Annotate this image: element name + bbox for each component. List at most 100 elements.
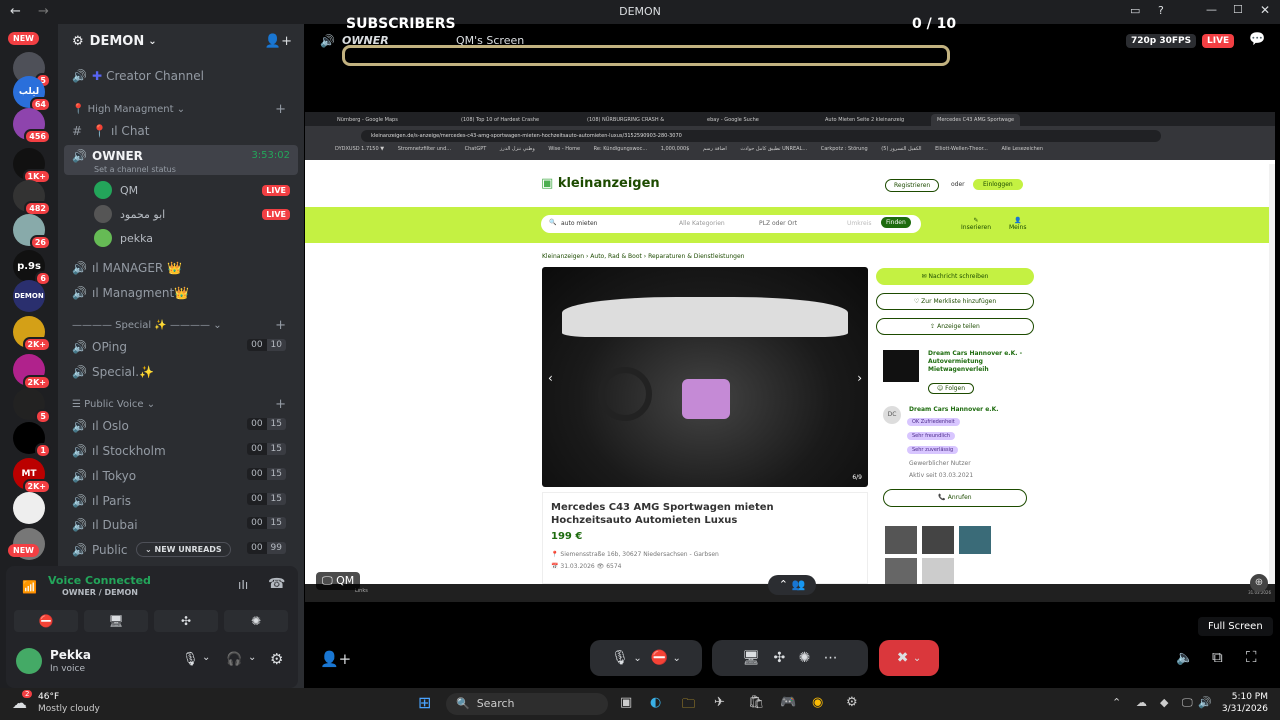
stop-stream-button[interactable]: ✖ ⌄ [879,640,939,676]
find-button[interactable]: Finden [881,217,911,228]
stream-channel[interactable]: OWNER [342,34,389,47]
voice-user[interactable]: pekka [94,228,153,248]
zoom-icon[interactable]: ⊕ [1250,574,1268,592]
channel-manager[interactable]: 🔊 ıl MANAGER 👑 [72,257,300,279]
thumbnail[interactable] [959,526,991,554]
bookmark[interactable]: Wise - Home [548,146,580,152]
next-photo-icon[interactable]: › [857,371,862,385]
volume-icon[interactable]: 🔈 [1176,650,1193,666]
channel-chat[interactable]: # 📍 ıl Chat [72,120,300,142]
signal-icon[interactable]: 📶 [22,580,37,594]
server-icon[interactable]: p.9s 6 [13,250,51,286]
bookmark[interactable]: Re: Kündigungswoc... [594,146,648,152]
insert-link[interactable]: ✎ Inserieren [961,217,991,231]
breadcrumb-link[interactable]: Auto, Rad & Boot [590,253,642,260]
site-logo[interactable]: ▣ kleinanzeigen [541,176,660,191]
browser-tab[interactable]: (108) Top 10 of Hardest Crashe [455,114,545,126]
monitor-icon[interactable]: 🖵 [1182,696,1193,710]
channel-special[interactable]: 🔊 Special.✨ [72,361,300,383]
camera-button[interactable]: ⛔ [14,610,78,632]
server-icon[interactable]: 2K+ [13,354,51,390]
browser-tab[interactable]: Auto Mieten Seite 2 kleinanzeig [819,114,910,126]
screenshare-button[interactable]: 🖥 [84,610,148,632]
bookmark[interactable]: ChatGPT [465,146,487,152]
thumbnail[interactable] [922,526,954,554]
ad-photo[interactable]: ‹ › 6/9 [542,267,868,487]
bookmark[interactable]: Stromnetzfilter und... [398,146,451,152]
channel-tokyo[interactable]: 🔊 ıl Tokyo 00 15 [72,465,300,487]
channel-oslo[interactable]: 🔊 ıl Oslo 00 15 [72,415,300,437]
taskbar-search[interactable]: 🔍 Search [446,693,608,715]
server-icon[interactable]: 482 [13,180,51,216]
bookmark[interactable]: وطني ننزل الدرز [500,146,535,152]
browser-tab[interactable]: (108) NÜRBURGRING CRASH & [581,114,670,126]
server-icon[interactable] [13,492,45,524]
tray-app-icon[interactable]: ◆ [1160,696,1168,709]
radius-select[interactable]: Umkreis [847,220,872,227]
browser-tab[interactable]: ebay - Google Suche [701,114,765,126]
discord-icon[interactable]: 🎮 [780,695,796,710]
server-icon[interactable]: 1 [13,422,51,458]
soundboard-button[interactable]: ✺ [224,610,288,632]
new-unreads-pill[interactable]: NEW [8,32,39,45]
task-view-icon[interactable]: ▣ [620,695,632,710]
thumbnail[interactable] [885,558,917,584]
thumbnail[interactable] [922,558,954,584]
app-icon[interactable]: ⚙ [846,695,858,710]
category-high-managment[interactable]: 📍 High Managment ⌄ + [72,102,300,117]
channel-paris[interactable]: 🔊 ıl Paris 00 15 [72,490,300,512]
chevron-down-icon[interactable]: ⌄ [202,652,210,663]
chat-bubble-icon[interactable]: 💬 [1249,32,1265,47]
share-button[interactable]: ⇪ Anzeige teilen [876,318,1034,335]
disconnect-icon[interactable]: ☎ [268,576,285,592]
login-button[interactable]: Einloggen [973,179,1023,190]
popout-icon[interactable]: ⧉ [1212,648,1223,666]
browser-tab-active[interactable]: Mercedes C43 AMG Sportwage [931,114,1021,126]
chrome-icon[interactable]: ◉ [812,695,823,710]
watchlist-button[interactable]: ♡ Zur Merkliste hinzufügen [876,293,1034,310]
channel-dubai[interactable]: 🔊 ıl Dubai 00 15 [72,514,300,536]
location-input[interactable]: PLZ oder Ort [759,220,797,227]
channel-managment[interactable]: 🔊 ıl Managment👑 [72,282,300,304]
search-input[interactable]: auto mieten [561,220,597,227]
seller-name[interactable]: Dream Cars Hannover e.K. [909,406,999,413]
minimize-icon[interactable]: — [1206,3,1217,16]
page-scrollbar[interactable] [1269,164,1275,584]
inbox-icon[interactable]: ▭ [1130,4,1140,17]
mic-control[interactable]: 🎙 ⌄ ⛔ ⌄ [590,640,702,676]
tray-chevron-icon[interactable]: ⌃ [1112,696,1121,709]
shared-screen[interactable]: Nürnberg - Google Maps (108) Top 10 of H… [305,112,1275,584]
voice-user[interactable]: QM [94,180,138,200]
help-icon[interactable]: ? [1158,4,1164,17]
channel-creator[interactable]: 🔊 ✚ Creator Channel [72,65,300,87]
fullscreen-icon[interactable]: ⛶ [1246,648,1257,666]
bookmark[interactable]: تطبيق كامل حوادث [740,146,780,152]
server-icon[interactable]: MT 2K+ [13,458,51,494]
breadcrumb-link[interactable]: Kleinanzeigen [542,253,584,260]
category-special[interactable]: ———— Special ✨ ———— ⌄ + [72,318,300,333]
invite-people-icon[interactable]: 👤+ [265,34,292,49]
store-icon[interactable]: 🛍 [748,695,765,710]
bookmark[interactable]: DYDXUSD 1.7150 ▼ [335,146,384,152]
follow-button[interactable]: ☺ Folgen [928,383,975,394]
bookmark[interactable]: $1,000,000 UNREAL... [661,146,807,152]
channel-oping[interactable]: 🔊 OPing 00 10 [72,336,300,358]
channel-status[interactable]: Set a channel status [94,165,176,174]
settings-gear-icon[interactable]: ⚙ [270,650,283,668]
dealer-logo[interactable] [883,350,919,382]
channel-stockholm[interactable]: 🔊 ıl Stockholm 00 15 [72,440,300,462]
steam-icon[interactable]: ✈ [714,695,725,710]
edge-icon[interactable]: ◐ [650,695,661,710]
avatar[interactable] [16,648,42,674]
mine-link[interactable]: 👤 Meins [1009,217,1026,231]
category-public-voice[interactable]: ☰ Public Voice ⌄ + [72,397,300,412]
noise-suppression-icon[interactable]: ıIı [238,578,248,592]
clock-time[interactable]: 5:10 PM [1222,692,1268,702]
activities-button[interactable]: ✣ [154,610,218,632]
guild-header[interactable]: ⚙ DEMON ⌄ [72,34,157,49]
bookmark[interactable]: Elliott-Wellen-Theor... [935,146,988,152]
server-icon[interactable]: ليلب 64 [13,76,51,112]
breadcrumb-link[interactable]: Reparaturen & Dienstleistungen [648,253,744,260]
thumbnail[interactable] [885,526,917,554]
tray-app-icon[interactable]: ☁ [1136,696,1147,709]
